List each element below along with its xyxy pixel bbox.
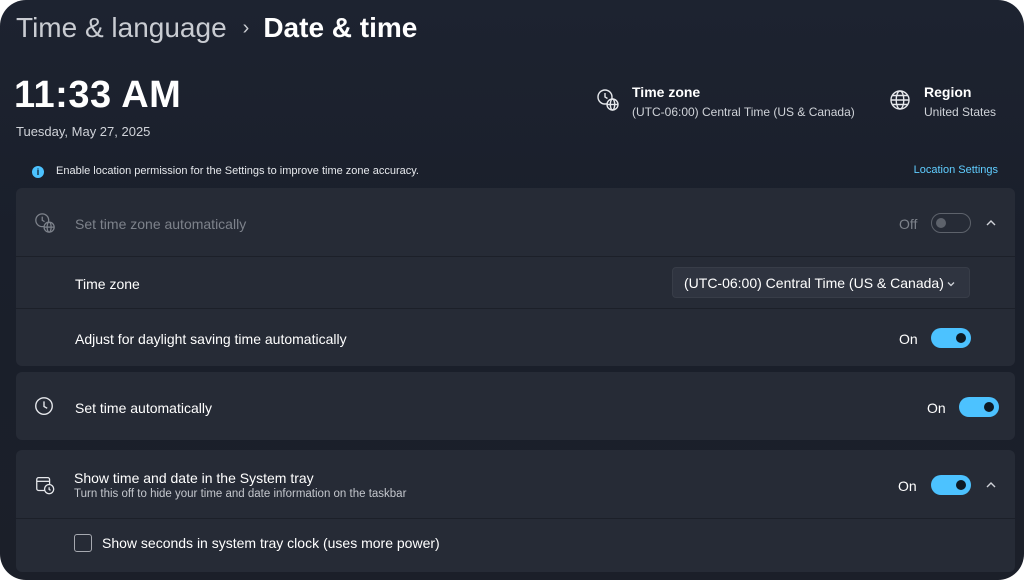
timezone-card: Set time zone automatically Off Time zon… — [16, 188, 1015, 366]
timezone-globe-icon — [596, 88, 622, 114]
current-date: Tuesday, May 27, 2025 — [16, 124, 151, 139]
dst-state: On — [899, 331, 918, 347]
chevron-up-icon[interactable] — [984, 478, 998, 492]
set-time-auto-label: Set time automatically — [75, 400, 212, 416]
system-tray-state: On — [898, 478, 917, 494]
system-tray-toggle[interactable] — [931, 475, 971, 495]
page-title: Date & time — [263, 12, 418, 43]
info-icon: i — [32, 166, 44, 178]
timezone-row: Time zone (UTC-06:00) Central Time (US &… — [16, 257, 1015, 308]
show-seconds-label: Show seconds in system tray clock (uses … — [102, 535, 440, 551]
dst-label: Adjust for daylight saving time automati… — [75, 331, 347, 347]
timezone-dropdown-value: (UTC-06:00) Central Time (US & Canada) — [684, 275, 944, 291]
set-time-auto-toggle[interactable] — [959, 397, 999, 417]
globe-icon — [888, 88, 914, 114]
settings-window: Time & language › Date & time 11:33 AM T… — [0, 0, 1024, 580]
dst-toggle[interactable] — [931, 328, 971, 348]
clock-icon — [33, 395, 55, 422]
system-tray-card: Show time and date in the System tray Tu… — [16, 450, 1015, 572]
chevron-down-icon — [945, 277, 957, 289]
set-time-auto-state: On — [927, 400, 946, 416]
calendar-clock-icon — [34, 474, 56, 501]
system-tray-label: Show time and date in the System tray — [74, 470, 314, 486]
current-time: 11:33 AM — [14, 74, 182, 116]
breadcrumb-parent-link[interactable]: Time & language — [16, 12, 227, 44]
timezone-dropdown[interactable]: (UTC-06:00) Central Time (US & Canada) — [672, 267, 970, 298]
timezone-summary-value: (UTC-06:00) Central Time (US & Canada) — [632, 105, 855, 119]
timezone-summary-title: Time zone — [632, 84, 701, 100]
location-permission-banner: i Enable location permission for the Set… — [16, 160, 1016, 184]
breadcrumb: Time & language › Date & time — [16, 10, 417, 46]
region-summary-value: United States — [924, 105, 997, 119]
show-seconds-checkbox[interactable] — [74, 534, 92, 552]
set-timezone-auto-label: Set time zone automatically — [75, 216, 247, 232]
set-timezone-auto-row: Set time zone automatically Off — [16, 188, 1015, 256]
set-time-auto-card: Set time automatically On — [16, 372, 1015, 440]
location-settings-link[interactable]: Location Settings — [914, 164, 998, 176]
region-summary-title: Region — [924, 84, 972, 100]
set-timezone-auto-toggle[interactable] — [931, 213, 971, 233]
banner-text: Enable location permission for the Setti… — [56, 165, 419, 177]
show-seconds-row: Show seconds in system tray clock (uses … — [16, 519, 1015, 572]
region-summary: Region United States — [888, 84, 996, 119]
timezone-label: Time zone — [75, 276, 140, 292]
set-timezone-auto-state: Off — [899, 216, 918, 232]
dst-row: Adjust for daylight saving time automati… — [16, 309, 1015, 366]
system-tray-row: Show time and date in the System tray Tu… — [16, 450, 1015, 518]
timezone-clock-globe-icon — [34, 212, 56, 239]
timezone-summary: Time zone (UTC-06:00) Central Time (US &… — [596, 84, 855, 119]
system-tray-sublabel: Turn this off to hide your time and date… — [74, 488, 407, 500]
chevron-up-icon[interactable] — [984, 216, 998, 230]
breadcrumb-separator: › — [242, 16, 250, 39]
